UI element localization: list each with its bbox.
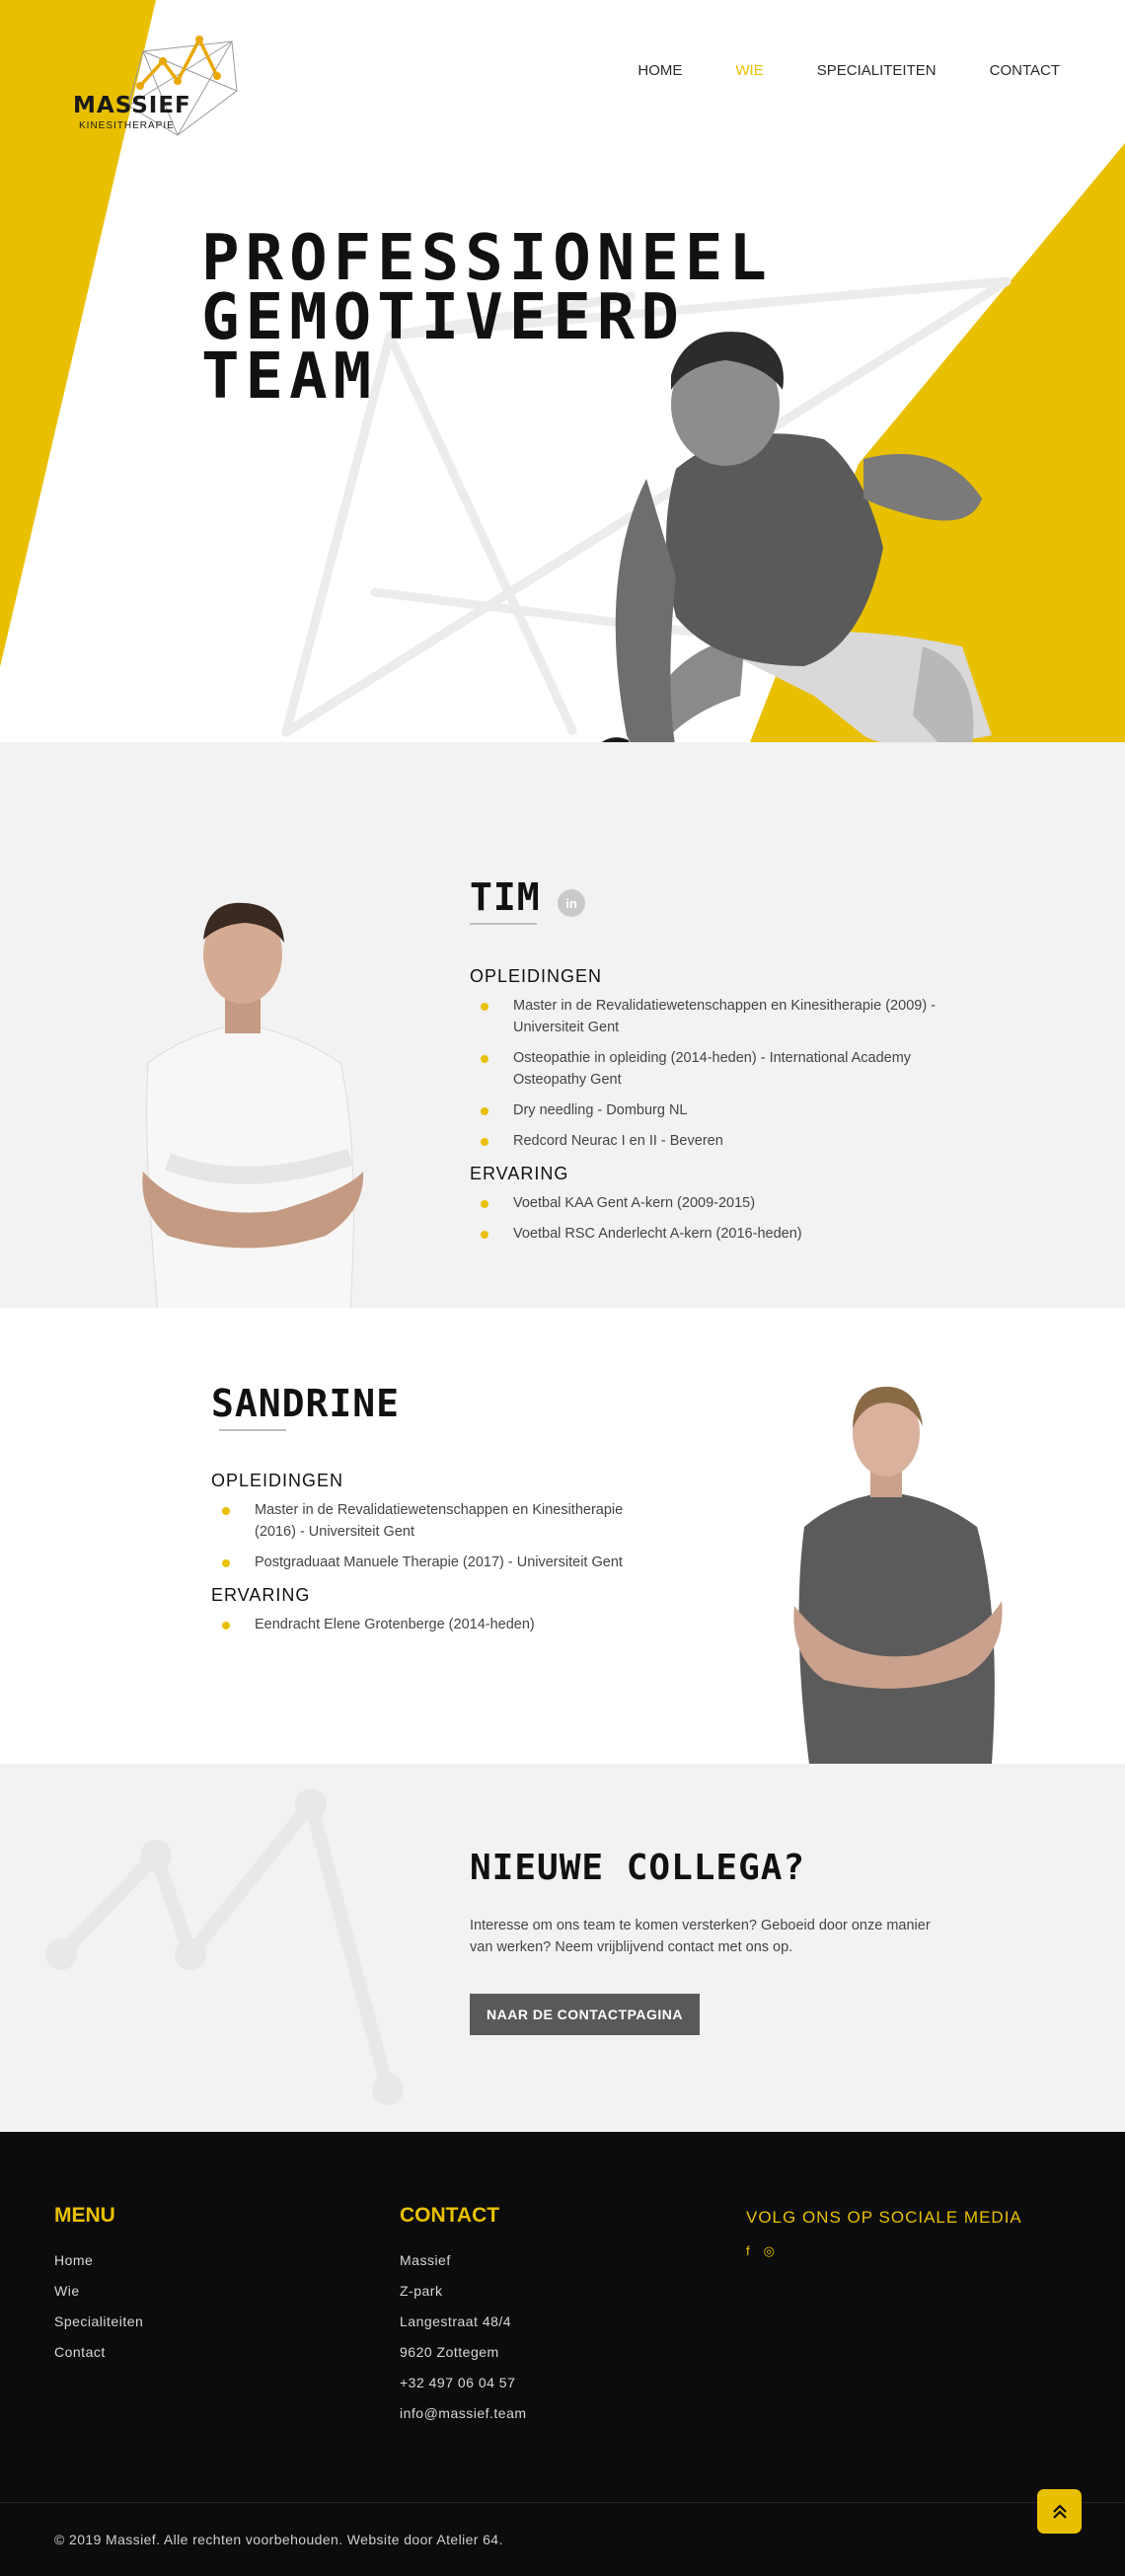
logo-tagline: KINESITHERAPIE bbox=[79, 120, 175, 131]
footer-contact: CONTACT Massief Z-park Langestraat 48/4 … bbox=[400, 2204, 527, 2429]
footer-divider bbox=[0, 2502, 1125, 2503]
tim-name: TIM bbox=[470, 875, 541, 919]
footer-menu-heading: MENU bbox=[54, 2204, 115, 2227]
sandrine-experience-list: Eendracht Elene Grotenberge (2014-heden) bbox=[211, 1614, 636, 1635]
page-title-line-1: PROFESSIONEEL bbox=[201, 222, 773, 295]
list-item: Redcord Neurac I en II - Beveren bbox=[470, 1130, 983, 1152]
list-item: Eendracht Elene Grotenberge (2014-heden) bbox=[211, 1614, 636, 1635]
new-colleague-section: NIEUWE COLLEGA? Interesse om ons team te… bbox=[0, 1764, 1125, 2132]
nav-home[interactable]: HOME bbox=[638, 62, 682, 79]
footer-contact-heading: CONTACT bbox=[400, 2204, 500, 2227]
list-item: Voetbal RSC Anderlecht A-kern (2016-hede… bbox=[470, 1223, 983, 1245]
double-chevron-up-icon bbox=[1052, 2503, 1067, 2519]
copyright: © 2019 Massief. Alle rechten voorbehoude… bbox=[54, 2532, 503, 2547]
sandrine-name: SANDRINE bbox=[211, 1382, 401, 1425]
tim-experience-list: Voetbal KAA Gent A-kern (2009-2015) Voet… bbox=[470, 1192, 983, 1245]
footer: MENU Home Wie Specialiteiten Contact CON… bbox=[0, 2132, 1125, 2576]
team-member-sandrine: SANDRINE OPLEIDINGEN Master in de Revali… bbox=[0, 1308, 1125, 1764]
footer-link-specialiteiten[interactable]: Specialiteiten bbox=[54, 2307, 143, 2337]
footer-contact-email[interactable]: info@massief.team bbox=[400, 2398, 527, 2429]
decorative-graph-mark bbox=[45, 1788, 404, 2105]
footer-social: VOLG ONS OP SOCIALE MEDIA f ◎ bbox=[746, 2208, 1022, 2259]
new-colleague-text: Interesse om ons team te komen versterke… bbox=[470, 1918, 931, 1955]
sandrine-portrait bbox=[793, 1387, 1003, 1764]
logo[interactable]: MASSIEF KINESITHERAPIE bbox=[69, 32, 247, 140]
list-item: Postgraduaat Manuele Therapie (2017) - U… bbox=[211, 1552, 636, 1573]
list-item: Dry needling - Domburg NL bbox=[470, 1099, 983, 1121]
new-colleague-title: NIEUWE COLLEGA? bbox=[470, 1848, 806, 1888]
list-item: Master in de Revalidatiewetenschappen en… bbox=[470, 995, 983, 1038]
footer-contact-park: Z-park bbox=[400, 2283, 443, 2299]
footer-contact-city: 9620 Zottegem bbox=[400, 2344, 499, 2360]
logo-wordmark: MASSIEF bbox=[73, 93, 191, 118]
nav-specialiteiten[interactable]: SPECIALITEITEN bbox=[817, 62, 937, 79]
sandrine-name-underline bbox=[219, 1429, 286, 1431]
tim-details: TIM OPLEIDINGEN Master in de Revalidatie… bbox=[470, 875, 983, 1253]
footer-contact-company: Massief bbox=[400, 2252, 451, 2268]
sandrine-experience-heading: ERVARING bbox=[211, 1585, 311, 1605]
tim-name-underline bbox=[470, 923, 537, 925]
social-links: f ◎ bbox=[746, 2243, 1022, 2259]
list-item: Master in de Revalidatiewetenschappen en… bbox=[211, 1499, 636, 1543]
footer-social-heading: VOLG ONS OP SOCIALE MEDIA bbox=[746, 2208, 1022, 2227]
sandrine-details: SANDRINE OPLEIDINGEN Master in de Revali… bbox=[211, 1382, 636, 1644]
facebook-icon[interactable]: f bbox=[746, 2243, 750, 2259]
scroll-to-top-button[interactable] bbox=[1037, 2489, 1082, 2534]
footer-contact-street: Langestraat 48/4 bbox=[400, 2313, 512, 2329]
tim-education-heading: OPLEIDINGEN bbox=[470, 966, 603, 986]
footer-contact-phone[interactable]: +32 497 06 04 57 bbox=[400, 2368, 527, 2398]
linkedin-icon[interactable]: in bbox=[558, 889, 585, 917]
nav-contact[interactable]: CONTACT bbox=[990, 62, 1060, 79]
sandrine-education-heading: OPLEIDINGEN bbox=[211, 1471, 344, 1490]
footer-link-wie[interactable]: Wie bbox=[54, 2276, 143, 2307]
tim-education-list: Master in de Revalidatiewetenschappen en… bbox=[470, 995, 983, 1152]
contact-page-button[interactable]: NAAR DE CONTACTPAGINA bbox=[470, 1994, 700, 2035]
nav-wie[interactable]: WIE bbox=[735, 62, 763, 79]
list-item: Osteopathie in opleiding (2014-heden) - … bbox=[470, 1047, 983, 1091]
sandrine-education-list: Master in de Revalidatiewetenschappen en… bbox=[211, 1499, 636, 1573]
footer-menu: MENU Home Wie Specialiteiten Contact bbox=[54, 2204, 143, 2368]
team-member-tim: TIM OPLEIDINGEN Master in de Revalidatie… bbox=[0, 742, 1125, 1310]
list-item: Voetbal KAA Gent A-kern (2009-2015) bbox=[470, 1192, 983, 1214]
footer-link-home[interactable]: Home bbox=[54, 2245, 143, 2276]
tim-experience-heading: ERVARING bbox=[470, 1164, 569, 1183]
footer-link-contact[interactable]: Contact bbox=[54, 2337, 143, 2368]
tim-portrait bbox=[142, 902, 364, 1310]
main-nav: HOME WIE SPECIALITEITEN CONTACT bbox=[638, 62, 1060, 79]
instagram-icon[interactable]: ◎ bbox=[764, 2243, 775, 2259]
